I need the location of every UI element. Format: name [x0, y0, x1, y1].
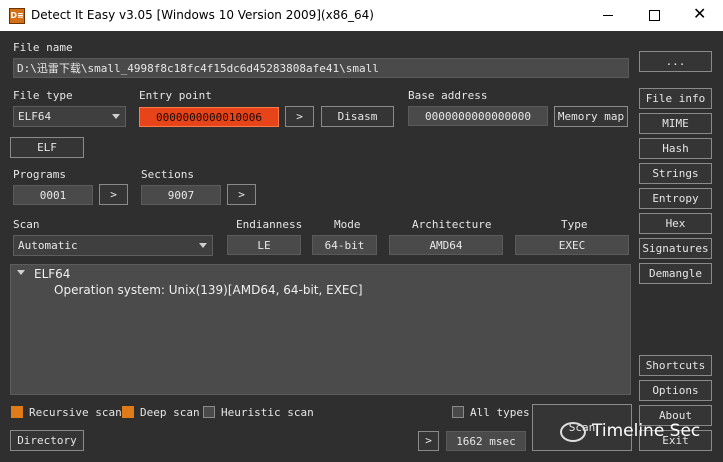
sections-go-button[interactable]: > [227, 184, 256, 205]
recursive-scan-checkbox[interactable] [11, 406, 23, 418]
close-button[interactable]: ✕ [677, 0, 723, 31]
result-detail: Operation system: Unix(139)[AMD64, 64-bi… [54, 283, 363, 297]
deep-scan-checkbox[interactable] [122, 406, 134, 418]
heuristic-scan-label: Heuristic scan [221, 406, 314, 419]
chevron-down-icon [112, 114, 120, 119]
result-format: ELF64 [34, 267, 71, 281]
entry-point-go-button[interactable]: > [285, 106, 314, 127]
watermark: Timeline Sec [560, 419, 720, 447]
mode-field: 64-bit [312, 235, 377, 255]
type-label: Type [561, 218, 588, 231]
shortcuts-button[interactable]: Shortcuts [639, 355, 712, 376]
window-title: Detect It Easy v3.05 [Windows 10 Version… [31, 8, 374, 22]
sections-label: Sections [141, 168, 194, 181]
strings-button[interactable]: Strings [639, 163, 712, 184]
hex-button[interactable]: Hex [639, 213, 712, 234]
wechat-logo-icon [560, 422, 586, 442]
minimize-button[interactable] [585, 0, 631, 31]
hash-button[interactable]: Hash [639, 138, 712, 159]
mode-label: Mode [334, 218, 361, 231]
file-type-label: File type [13, 89, 73, 102]
file-type-select[interactable]: ELF64 [13, 106, 126, 127]
elf-button[interactable]: ELF [10, 137, 84, 158]
base-address-label: Base address [408, 89, 488, 102]
all-types-checkbox[interactable] [452, 406, 464, 418]
programs-label: Programs [13, 168, 66, 181]
entry-point-label: Entry point [139, 89, 212, 102]
file-path-field[interactable]: D:\迅雷下载\small_4998f8c18fc4f15dc6d4528380… [13, 58, 629, 78]
type-field: EXEC [515, 235, 629, 255]
deep-scan-label: Deep scan [140, 406, 200, 419]
base-address-field[interactable]: 0000000000000000 [408, 106, 548, 126]
close-icon: ✕ [693, 4, 707, 23]
scan-label: Scan [13, 218, 40, 231]
options-button[interactable]: Options [639, 380, 712, 401]
file-type-value: ELF64 [18, 110, 52, 123]
architecture-label: Architecture [412, 218, 492, 231]
scan-mode-select[interactable]: Automatic [13, 235, 213, 256]
recursive-scan-label: Recursive scan [29, 406, 122, 419]
watermark-text: Timeline Sec [592, 421, 701, 441]
programs-go-button[interactable]: > [99, 184, 128, 205]
title-bar[interactable]: D≡ Detect It Easy v3.05 [Windows 10 Vers… [0, 0, 723, 31]
disasm-button[interactable]: Disasm [321, 106, 394, 127]
chevron-down-icon [199, 243, 207, 248]
endianness-field: LE [227, 235, 301, 255]
main-window: D≡ Detect It Easy v3.05 [Windows 10 Vers… [0, 0, 723, 462]
maximize-icon [649, 10, 660, 21]
directory-button[interactable]: Directory [10, 430, 84, 451]
minimize-icon [603, 15, 613, 16]
app-icon: D≡ [9, 8, 25, 24]
elapsed-time-field: 1662 msec [446, 431, 526, 451]
log-go-button[interactable]: > [418, 431, 439, 451]
scan-mode-value: Automatic [18, 239, 78, 252]
demangle-button[interactable]: Demangle [639, 263, 712, 284]
expand-triangle-icon[interactable] [17, 270, 25, 275]
entry-point-field[interactable]: 0000000000010006 [139, 107, 279, 127]
maximize-button[interactable] [631, 0, 677, 31]
all-types-label: All types [470, 406, 530, 419]
programs-field[interactable]: 0001 [13, 185, 93, 205]
heuristic-scan-checkbox[interactable] [203, 406, 215, 418]
browse-button[interactable]: ... [639, 51, 712, 72]
memory-map-button[interactable]: Memory map [554, 106, 628, 127]
signatures-button[interactable]: Signatures [639, 238, 712, 259]
architecture-field: AMD64 [389, 235, 503, 255]
entropy-button[interactable]: Entropy [639, 188, 712, 209]
file-name-label: File name [13, 41, 73, 54]
endianness-label: Endianness [236, 218, 303, 231]
sections-field[interactable]: 9007 [141, 185, 221, 205]
file-info-button[interactable]: File info [639, 88, 712, 109]
mime-button[interactable]: MIME [639, 113, 712, 134]
scan-results-panel[interactable]: ELF64 Operation system: Unix(139)[AMD64,… [10, 264, 631, 395]
